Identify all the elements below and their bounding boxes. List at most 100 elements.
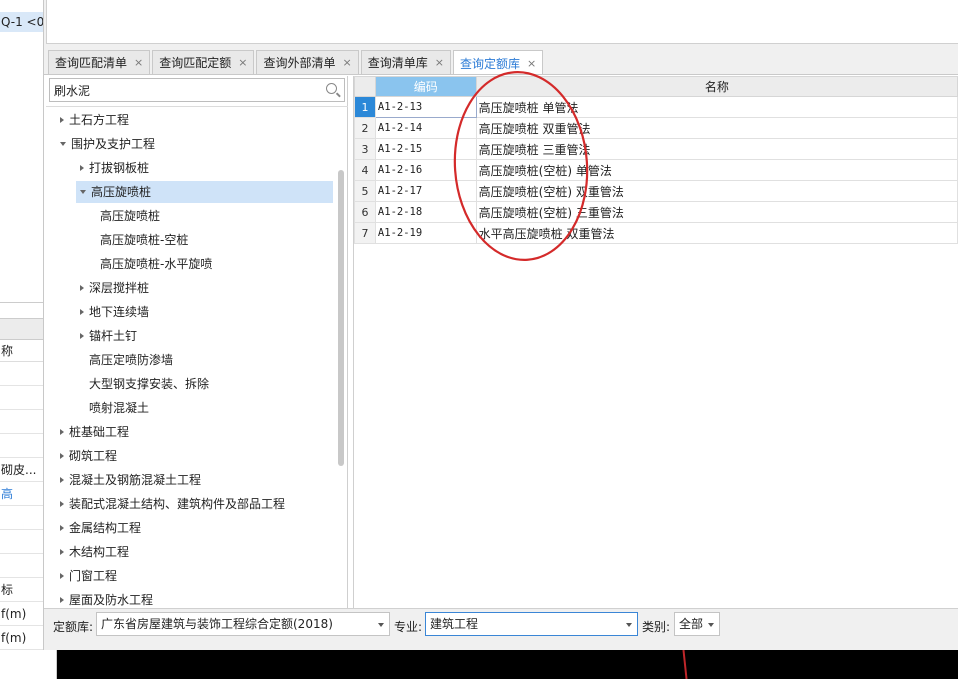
tree-scrollbar[interactable] [338, 170, 344, 466]
category-select[interactable]: 全部 [674, 612, 720, 636]
code-cell[interactable]: A1-2-18 [374, 201, 477, 223]
table-row[interactable]: 1 A1-2-13 高压旋喷桩 单管法 [354, 96, 958, 118]
table-row[interactable]: 5 A1-2-17 高压旋喷桩(空桩) 双重管法 [354, 180, 958, 202]
expand-arrow-icon[interactable] [80, 308, 84, 315]
name-cell[interactable]: 高压旋喷桩(空桩) 单管法 [475, 159, 958, 181]
left-row[interactable]: 砌皮... [0, 458, 43, 482]
table-row[interactable]: 7 A1-2-19 水平高压旋喷桩 双重管法 [354, 222, 958, 244]
left-row[interactable] [0, 386, 43, 410]
tab-query-match-quota[interactable]: 查询匹配定额 × [152, 50, 255, 74]
expand-arrow-icon[interactable] [60, 596, 64, 603]
tab-query-external-list[interactable]: 查询外部清单 × [256, 50, 359, 74]
close-icon[interactable]: × [342, 56, 351, 69]
name-cell[interactable]: 水平高压旋喷桩 双重管法 [475, 222, 958, 244]
expand-arrow-icon[interactable] [60, 548, 64, 555]
tree-item[interactable]: 打拔钢板桩 [80, 157, 332, 179]
row-number-cell[interactable]: 5 [354, 180, 376, 202]
table-row[interactable]: 3 A1-2-15 高压旋喷桩 三重管法 [354, 138, 958, 160]
code-cell[interactable]: A1-2-13 [374, 96, 477, 118]
name-column-header[interactable]: 名称 [475, 76, 958, 97]
collapse-arrow-icon[interactable] [80, 189, 86, 194]
name-cell[interactable]: 高压旋喷桩(空桩) 双重管法 [475, 180, 958, 202]
left-row[interactable] [0, 410, 43, 434]
code-cell[interactable]: A1-2-17 [374, 180, 477, 202]
tab-query-quota-library[interactable]: 查询定额库 × [452, 50, 544, 75]
row-number-cell[interactable]: 6 [354, 201, 376, 223]
tree-item[interactable]: 喷射混凝土 [80, 397, 332, 419]
left-row[interactable]: 高 [0, 482, 43, 506]
expand-arrow-icon[interactable] [80, 332, 84, 339]
tree-item[interactable]: 高压旋喷桩-空桩 [100, 229, 332, 251]
collapse-arrow-icon[interactable] [60, 141, 66, 146]
tab-label: 查询匹配清单 [55, 56, 128, 70]
tree-item-label: 砌筑工程 [69, 449, 118, 463]
tree-item[interactable]: 木结构工程 [60, 541, 332, 563]
left-top-cell[interactable]: Q-1 <0: [0, 12, 43, 32]
code-cell[interactable]: A1-2-16 [374, 159, 477, 181]
left-row[interactable] [0, 434, 43, 458]
tree-item[interactable]: 地下连续墙 [80, 301, 332, 323]
tree-item-label: 桩基础工程 [69, 425, 130, 439]
expand-arrow-icon[interactable] [60, 428, 64, 435]
code-cell[interactable]: A1-2-14 [374, 117, 477, 139]
close-icon[interactable]: × [238, 56, 247, 69]
expand-arrow-icon[interactable] [60, 116, 64, 123]
row-number-cell[interactable]: 3 [354, 138, 376, 160]
tree-item[interactable]: 装配式混凝土结构、建筑构件及部品工程 [60, 493, 332, 515]
tree-item[interactable]: 高压旋喷桩 [76, 181, 333, 203]
left-row[interactable]: 标 [0, 578, 43, 602]
close-icon[interactable]: × [435, 56, 444, 69]
search-icon[interactable] [326, 83, 337, 94]
tab-content: 土石方工程围护及支护工程打拔钢板桩高压旋喷桩高压旋喷桩高压旋喷桩-空桩高压旋喷桩… [44, 74, 958, 608]
tree-item[interactable]: 围护及支护工程 [60, 133, 332, 155]
tab-query-list-library[interactable]: 查询清单库 × [360, 50, 451, 74]
left-row[interactable] [0, 554, 43, 578]
left-row[interactable] [0, 362, 43, 386]
expand-arrow-icon[interactable] [60, 524, 64, 531]
tree-item[interactable]: 高压定喷防渗墙 [80, 349, 332, 371]
tab-query-match-list[interactable]: 查询匹配清单 × [48, 50, 151, 74]
tree-item[interactable]: 深层搅拌桩 [80, 277, 332, 299]
name-cell[interactable]: 高压旋喷桩 三重管法 [475, 138, 958, 160]
code-cell[interactable]: A1-2-15 [374, 138, 477, 160]
major-select[interactable]: 建筑工程 [425, 612, 638, 636]
tree-item[interactable]: 大型钢支撑安装、拆除 [80, 373, 332, 395]
tree-item[interactable]: 锚杆土钉 [80, 325, 332, 347]
row-number-cell[interactable]: 7 [354, 222, 376, 244]
expand-arrow-icon[interactable] [80, 284, 84, 291]
close-icon[interactable]: × [134, 56, 143, 69]
name-cell[interactable]: 高压旋喷桩(空桩) 三重管法 [475, 201, 958, 223]
table-row[interactable]: 6 A1-2-18 高压旋喷桩(空桩) 三重管法 [354, 201, 958, 223]
quota-library-select[interactable]: 广东省房屋建筑与装饰工程综合定额(2018) [96, 612, 390, 636]
name-cell[interactable]: 高压旋喷桩 单管法 [475, 96, 958, 118]
left-row[interactable] [0, 530, 43, 554]
row-number-cell[interactable]: 1 [354, 96, 376, 118]
code-column-header[interactable]: 编码 [374, 76, 477, 97]
tree-item[interactable]: 桩基础工程 [60, 421, 332, 443]
left-row[interactable]: f(m) [0, 626, 43, 650]
expand-arrow-icon[interactable] [60, 452, 64, 459]
tree-item-label: 打拔钢板桩 [89, 161, 150, 175]
table-row[interactable]: 2 A1-2-14 高压旋喷桩 双重管法 [354, 117, 958, 139]
row-number-cell[interactable]: 2 [354, 117, 376, 139]
expand-arrow-icon[interactable] [60, 572, 64, 579]
tree-item[interactable]: 土石方工程 [60, 109, 332, 131]
tree-item[interactable]: 高压旋喷桩 [100, 205, 332, 227]
code-cell[interactable]: A1-2-19 [374, 222, 477, 244]
search-input[interactable] [50, 79, 310, 101]
left-row[interactable] [0, 506, 43, 530]
table-row[interactable]: 4 A1-2-16 高压旋喷桩(空桩) 单管法 [354, 159, 958, 181]
expand-arrow-icon[interactable] [60, 500, 64, 507]
row-number-cell[interactable]: 4 [354, 159, 376, 181]
tree-item[interactable]: 门窗工程 [60, 565, 332, 587]
left-partial-panel: Q-1 <0: 称 砌皮...高标f(m)f(m)f(m) [0, 0, 44, 679]
tree-item[interactable]: 砌筑工程 [60, 445, 332, 467]
expand-arrow-icon[interactable] [60, 476, 64, 483]
name-cell[interactable]: 高压旋喷桩 双重管法 [475, 117, 958, 139]
tree-item[interactable]: 高压旋喷桩-水平旋喷 [100, 253, 332, 275]
tree-item[interactable]: 混凝土及钢筋混凝土工程 [60, 469, 332, 491]
tree-item[interactable]: 金属结构工程 [60, 517, 332, 539]
close-icon[interactable]: × [527, 57, 536, 70]
expand-arrow-icon[interactable] [80, 164, 84, 171]
left-row[interactable]: f(m) [0, 602, 43, 626]
